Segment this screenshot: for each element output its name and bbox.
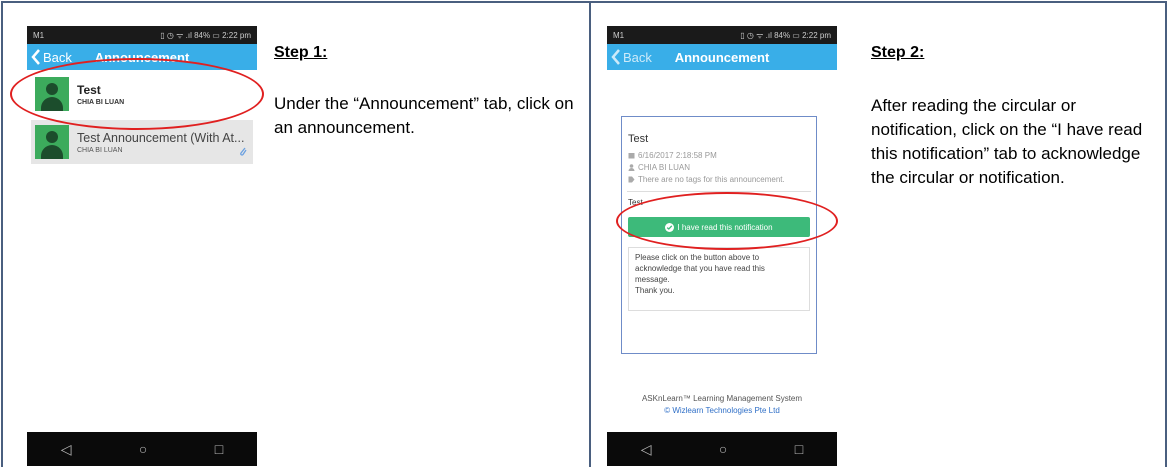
status-icons: ▯ ◷ ᯤ .ıl 84% ▭ 2:22 pm xyxy=(740,30,831,40)
nav-recent-icon[interactable]: □ xyxy=(215,441,223,457)
status-bar: M1 ▯ ◷ ᯤ .ıl 84% ▭ 2:22 pm xyxy=(607,26,837,44)
calendar-icon xyxy=(628,153,635,159)
chevron-left-icon xyxy=(611,49,620,65)
step-1-instructions: Under the “Announcement” tab, click on a… xyxy=(274,94,574,137)
announcement-author: CHIA BI LUAN xyxy=(77,146,123,154)
paperclip-icon xyxy=(240,147,247,156)
note-line: Thank you. xyxy=(635,286,675,295)
date-row: 6/16/2017 2:18:58 PM xyxy=(628,151,810,160)
nav-home-icon[interactable]: ○ xyxy=(719,441,727,457)
android-nav-bar: ◁ ○ □ xyxy=(27,432,257,466)
back-button[interactable]: Back xyxy=(607,49,652,65)
user-icon xyxy=(628,164,635,171)
announcement-detail: Test 6/16/2017 2:18:58 PM CHIA BI LUAN T… xyxy=(607,70,837,432)
announcement-author: CHIA BI LUAN xyxy=(638,163,691,172)
announcement-title: Test Announcement (With At... xyxy=(77,130,245,145)
note-line: message. xyxy=(635,275,670,284)
back-label: Back xyxy=(43,49,72,65)
nav-home-icon[interactable]: ○ xyxy=(139,441,147,457)
highlight-ring xyxy=(10,58,264,130)
android-nav-bar: ◁ ○ □ xyxy=(607,432,837,466)
announcement-tags: There are no tags for this announcement. xyxy=(638,175,785,184)
app-bar: Back Announcement xyxy=(607,44,837,70)
highlight-ring xyxy=(616,192,838,250)
back-button[interactable]: Back xyxy=(27,49,72,65)
chevron-left-icon xyxy=(31,49,40,65)
footer-product-name: ASKnLearn™ Learning Management System xyxy=(641,394,803,403)
announcement-date: 6/16/2017 2:18:58 PM xyxy=(638,151,717,160)
tags-row: There are no tags for this announcement. xyxy=(628,175,810,184)
tag-icon xyxy=(628,176,635,183)
carrier-label: M1 xyxy=(33,30,45,40)
back-label: Back xyxy=(623,49,652,65)
status-icons: ▯ ◷ ᯤ .ıl 84% ▭ 2:22 pm xyxy=(160,30,251,40)
step-2-heading: Step 2: xyxy=(871,44,925,61)
note-line: Please click on the button above to xyxy=(635,253,760,262)
author-row: CHIA BI LUAN xyxy=(628,163,810,172)
note-line: acknowledge that you have read this xyxy=(635,264,765,273)
status-bar: M1 ▯ ◷ ᯤ .ıl 84% ▭ 2:22 pm xyxy=(27,26,257,44)
carrier-label: M1 xyxy=(613,30,625,40)
step-1-heading: Step 1: xyxy=(274,44,328,61)
nav-back-icon[interactable]: ◁ xyxy=(61,441,72,458)
avatar xyxy=(35,125,69,159)
footer-copyright-link[interactable]: © Wizlearn Technologies Pte Ltd xyxy=(607,406,837,415)
nav-recent-icon[interactable]: □ xyxy=(795,441,803,457)
nav-back-icon[interactable]: ◁ xyxy=(641,441,652,458)
announcement-title: Test xyxy=(628,133,649,145)
acknowledge-note: Please click on the button above to ackn… xyxy=(628,247,810,311)
step-2-instructions: After reading the circular or notificati… xyxy=(871,96,1143,187)
